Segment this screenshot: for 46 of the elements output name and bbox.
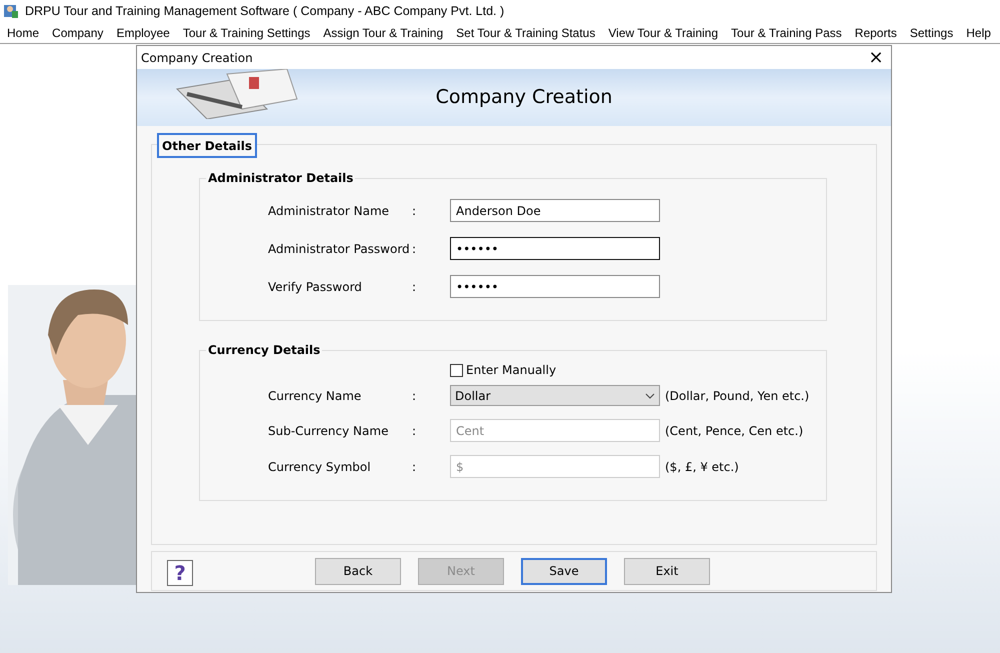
menu-item[interactable]: Settings — [904, 24, 958, 42]
colon: : — [412, 458, 418, 476]
input-field[interactable]: Cent — [450, 419, 660, 442]
colon: : — [412, 422, 418, 440]
tab[interactable]: Other Details — [157, 133, 258, 158]
menu-item[interactable]: Assign Tour & Training — [318, 24, 448, 42]
colon: : — [412, 278, 418, 296]
menu-item[interactable]: Tour & Training Pass — [726, 24, 847, 42]
input-field[interactable]: Anderson Doe — [450, 199, 660, 222]
hint-text: (Cent, Pence, Cen etc.) — [665, 422, 804, 440]
input-field[interactable]: $ — [450, 455, 660, 478]
input-field[interactable]: •••••• — [450, 237, 660, 260]
close-button[interactable]: × — [861, 46, 891, 68]
menu-item[interactable]: View Tour & Training — [603, 24, 724, 42]
banner-title: Company Creation — [436, 85, 612, 110]
help-button[interactable]: ? — [167, 560, 193, 586]
checkbox[interactable] — [450, 364, 463, 376]
field-label: Verify Password — [268, 278, 363, 296]
field-label: Administrator Password — [268, 240, 411, 258]
menu-item[interactable]: Reports — [850, 24, 902, 42]
menu-item[interactable]: Company — [47, 24, 108, 42]
menu-item[interactable]: Set Tour & Training Status — [451, 24, 600, 42]
field-label: Administrator Name — [268, 202, 390, 220]
dropdown[interactable]: Dollar — [450, 385, 660, 406]
field-label: Currency Name — [268, 388, 362, 404]
field-label: Sub-Currency Name — [268, 422, 390, 440]
dialog-title: Company Creation — [141, 50, 253, 66]
colon: : — [412, 388, 418, 404]
window-title: DRPU Tour and Training Management Software ( Company - ABC Company Pvt. Ltd. ) — [25, 2, 504, 20]
menu-item[interactable]: Tour & Training Settings — [178, 24, 316, 42]
menu-item[interactable]: Help — [961, 24, 996, 42]
dialog-button[interactable]: Save — [521, 558, 607, 584]
dialog-button[interactable]: Back — [315, 558, 401, 584]
app-icon — [3, 3, 19, 19]
menu-item[interactable]: Home — [2, 24, 44, 42]
colon: : — [412, 240, 418, 258]
hint-text: (Dollar, Pound, Yen etc.) — [665, 388, 810, 404]
checkbox-label: Enter Manually — [466, 362, 556, 379]
input-field[interactable]: •••••• — [450, 275, 660, 298]
hint-text: ($, £, ¥ etc.) — [665, 458, 739, 476]
menu-item[interactable]: Employee — [111, 24, 175, 42]
group-title: Currency Details — [206, 342, 322, 358]
chevron-down-icon — [645, 392, 655, 398]
field-label: Currency Symbol — [268, 458, 372, 476]
colon: : — [412, 202, 418, 220]
dialog-button[interactable]: Exit — [624, 558, 710, 584]
